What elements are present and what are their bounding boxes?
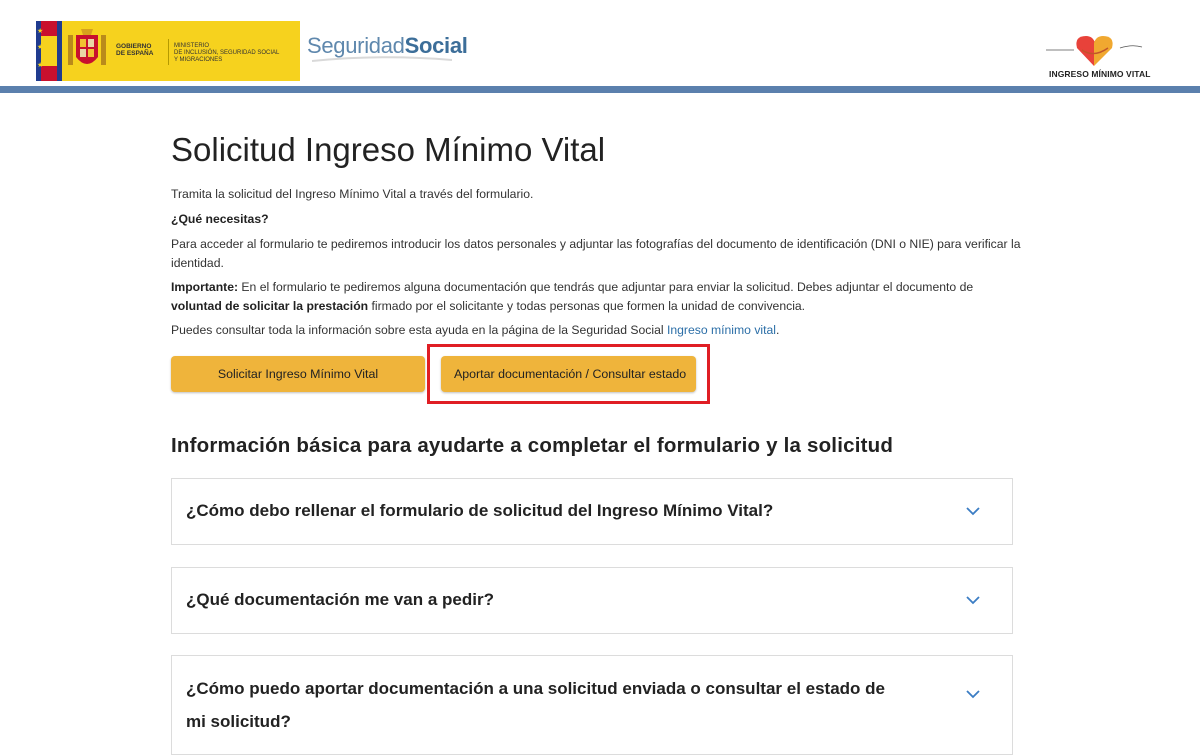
chevron-down-icon — [966, 596, 980, 605]
page-title: Solicitud Ingreso Mínimo Vital — [171, 131, 606, 168]
ss-logo-part1: Seguridad — [307, 33, 405, 58]
header-divider-bar — [0, 86, 1200, 93]
needs-heading-text: ¿Qué necesitas? — [171, 212, 269, 226]
section-title: Información básica para ayudarte a compl… — [171, 434, 894, 457]
ss-logo-part2: Social — [404, 33, 468, 58]
chevron-down-icon — [966, 507, 980, 516]
red-highlight-box — [427, 344, 710, 404]
ministerio-text: MINISTERIO DE INCLUSIÓN, SEGURIDAD SOCIA… — [174, 43, 280, 63]
important-bold-text: voluntad de solicitar la prestación — [171, 299, 369, 313]
gobierno-de-espana-logo[interactable]: ★ ★ ★ GOBIERNO DE ESPAÑA MINISTERIO DE I… — [36, 21, 300, 81]
site-header: ★ ★ ★ GOBIERNO DE ESPAÑA MINISTERIO DE I… — [0, 0, 1200, 86]
needs-text: Para acceder al formulario te pediremos … — [171, 237, 1021, 270]
coat-of-arms-icon — [68, 29, 106, 65]
seguridad-social-swoosh-icon — [312, 56, 452, 62]
gobierno-text: GOBIERNO DE ESPAÑA — [116, 43, 154, 57]
faq-item-3[interactable]: ¿Cómo puedo aportar documentación a una … — [171, 655, 1013, 755]
faq-item-1[interactable]: ¿Cómo debo rellenar el formulario de sol… — [171, 478, 1013, 545]
important-paragraph: Importante: En el formulario te pediremo… — [171, 278, 1001, 316]
info-end: . — [776, 323, 780, 337]
faq-item-2[interactable]: ¿Qué documentación me van a pedir? — [171, 567, 1013, 634]
important-text-2: firmado por el solicitante y todas perso… — [368, 299, 806, 313]
faq-question: ¿Cómo puedo aportar documentación a una … — [186, 679, 886, 731]
info-text: Puedes consultar toda la información sob… — [171, 323, 667, 337]
ingreso-minimo-vital-link[interactable]: Ingreso mínimo vital — [667, 323, 776, 337]
needs-heading: ¿Qué necesitas? — [171, 210, 1011, 229]
eu-flag-icon: ★ ★ ★ — [36, 21, 62, 81]
info-paragraph: Puedes consultar toda la información sob… — [171, 321, 1011, 340]
chevron-down-icon — [966, 690, 980, 699]
faq-question: ¿Cómo debo rellenar el formulario de sol… — [186, 501, 774, 520]
faq-question: ¿Qué documentación me van a pedir? — [186, 590, 494, 609]
intro-text: Tramita la solicitud del Ingreso Mínimo … — [171, 187, 534, 201]
ingreso-minimo-vital-label: INGRESO MÍNIMO VITAL — [1049, 69, 1151, 79]
important-label: Importante: — [171, 280, 239, 294]
solicitar-ingreso-button[interactable]: Solicitar Ingreso Mínimo Vital — [171, 356, 425, 392]
important-text-1: En el formulario te pediremos alguna doc… — [238, 280, 974, 294]
